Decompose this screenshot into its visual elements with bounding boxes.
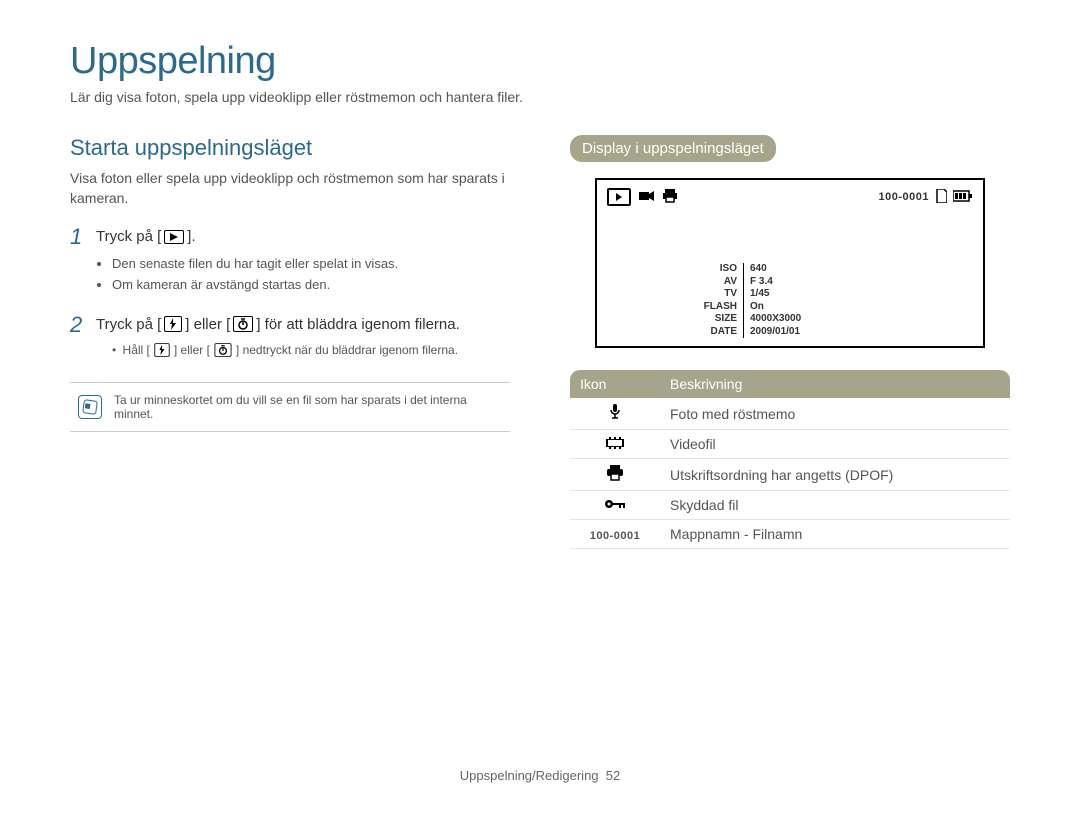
- play-mode-icon: [607, 188, 631, 206]
- table-head-desc: Beskrivning: [660, 370, 1010, 398]
- step2-mid: ] eller [: [185, 314, 230, 335]
- table-row: Utskriftsordning har angetts (DPOF): [570, 459, 1010, 491]
- step2-sub-mid: ] eller [: [174, 343, 210, 357]
- screen-meta: ISO640 AVF 3.4 TV1/45 FLASHOn SIZE4000X3…: [697, 263, 801, 338]
- camera-screen-preview: 100-0001 ISO640 AVF 3.4 TV1/45 FLASHOn: [595, 178, 985, 348]
- video-mode-icon: [639, 189, 655, 205]
- lock-icon: [604, 497, 626, 513]
- step-2: 2 Tryck på [ ] eller [ ] för att bläddra…: [70, 314, 510, 358]
- meta-label-date: DATE: [697, 326, 744, 339]
- meta-value-av: F 3.4: [744, 276, 773, 289]
- row-desc-filename: Mappnamn - Filnamn: [660, 520, 1010, 549]
- step1-bullet-1: Den senaste filen du har tagit eller spe…: [112, 254, 510, 275]
- meta-label-tv: TV: [697, 288, 744, 301]
- table-row: Foto med röstmemo: [570, 398, 1010, 430]
- note-text: Ta ur minneskortet om du vill se en fil …: [114, 393, 502, 421]
- meta-label-iso: ISO: [697, 263, 744, 276]
- file-number-label: 100-0001: [879, 191, 930, 203]
- row-desc-voice: Foto med röstmemo: [660, 398, 1010, 430]
- page-footer: Uppspelning/Redigering 52: [0, 768, 1080, 783]
- flash-left-icon: [164, 316, 182, 332]
- table-head-icon: Ikon: [570, 370, 660, 398]
- step2-pre: Tryck på [: [96, 314, 161, 335]
- display-heading-badge: Display i uppspelningsläget: [570, 135, 776, 162]
- note-box: Ta ur minneskortet om du vill se en fil …: [70, 382, 510, 432]
- table-row: 100-0001 Mappnamn - Filnamn: [570, 520, 1010, 549]
- step1-post: ].: [187, 226, 195, 247]
- table-row: Videofil: [570, 430, 1010, 459]
- meta-value-date: 2009/01/01: [744, 326, 800, 339]
- print-mode-icon: [663, 189, 677, 206]
- icon-legend-table: Ikon Beskrivning Foto med röstmemo: [570, 370, 1010, 549]
- battery-icon: [953, 190, 973, 205]
- footer-page-number: 52: [606, 768, 620, 783]
- printer-icon: [607, 468, 623, 484]
- play-button-icon: [164, 230, 184, 244]
- section-heading-start-playback: Starta uppspelningsläget: [70, 135, 510, 161]
- section-desc: Visa foton eller spela upp videoklipp oc…: [70, 169, 510, 208]
- timer-right-icon: [233, 316, 253, 332]
- meta-value-tv: 1/45: [744, 288, 769, 301]
- step1-pre: Tryck på [: [96, 226, 161, 247]
- meta-label-flash: FLASH: [697, 301, 744, 314]
- meta-label-size: SIZE: [697, 313, 744, 326]
- meta-label-av: AV: [697, 276, 744, 289]
- table-row: Skyddad fil: [570, 491, 1010, 520]
- video-icon: [606, 436, 624, 452]
- timer-right-icon-small: [214, 343, 231, 357]
- page-subtitle: Lär dig visa foton, spela upp videoklipp…: [70, 89, 1010, 105]
- page-title: Uppspelning: [70, 40, 1010, 83]
- step2-sub-post: ] nedtryckt när du bläddrar igenom filer…: [236, 343, 458, 357]
- flash-left-icon-small: [154, 343, 169, 357]
- row-desc-dpof: Utskriftsordning har angetts (DPOF): [660, 459, 1010, 491]
- step2-sub-pre: Håll [: [123, 343, 150, 357]
- folder-file-label: 100-0001: [590, 530, 641, 542]
- note-icon: [78, 395, 102, 419]
- step-1: 1 Tryck på [ ]. Den senaste filen du har…: [70, 226, 510, 296]
- step2-post: ] för att bläddra igenom filerna.: [256, 314, 459, 335]
- row-desc-video: Videofil: [660, 430, 1010, 459]
- meta-value-iso: 640: [744, 263, 767, 276]
- meta-value-flash: On: [744, 301, 764, 314]
- microphone-icon: [608, 407, 622, 423]
- footer-section: Uppspelning/Redigering: [460, 768, 599, 783]
- meta-value-size: 4000X3000: [744, 313, 801, 326]
- step-number-1: 1: [70, 226, 86, 248]
- step-number-2: 2: [70, 314, 86, 336]
- row-desc-protected: Skyddad fil: [660, 491, 1010, 520]
- sd-card-icon: [935, 189, 947, 206]
- step1-bullet-2: Om kameran är avstängd startas den.: [112, 275, 510, 296]
